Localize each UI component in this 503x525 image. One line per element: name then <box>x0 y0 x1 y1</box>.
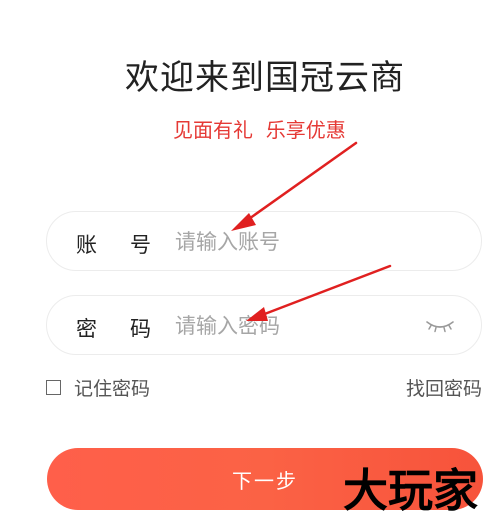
account-input[interactable] <box>175 222 415 262</box>
eye-closed-icon[interactable] <box>425 318 455 334</box>
password-field: 密码 <box>46 295 482 355</box>
account-label-char-1: 账 <box>76 233 97 257</box>
remember-password[interactable]: 记住密码 <box>46 374 150 401</box>
account-label: 账号 <box>76 229 151 259</box>
watermark-logo: 大玩家 <box>343 464 479 517</box>
promo-subtitle: 见面有礼 乐享优惠 <box>173 118 346 142</box>
account-field: 账号 <box>46 211 482 271</box>
account-label-char-2: 号 <box>130 233 151 257</box>
password-input[interactable] <box>175 306 415 346</box>
forgot-password-link[interactable]: 找回密码 <box>406 374 482 401</box>
password-label-char-2: 码 <box>130 317 151 341</box>
password-label-char-1: 密 <box>76 317 97 341</box>
remember-label: 记住密码 <box>74 378 151 400</box>
password-label: 密码 <box>76 313 151 343</box>
remember-checkbox[interactable] <box>46 380 61 395</box>
page-title: 欢迎来到国冠云商 <box>125 58 405 98</box>
